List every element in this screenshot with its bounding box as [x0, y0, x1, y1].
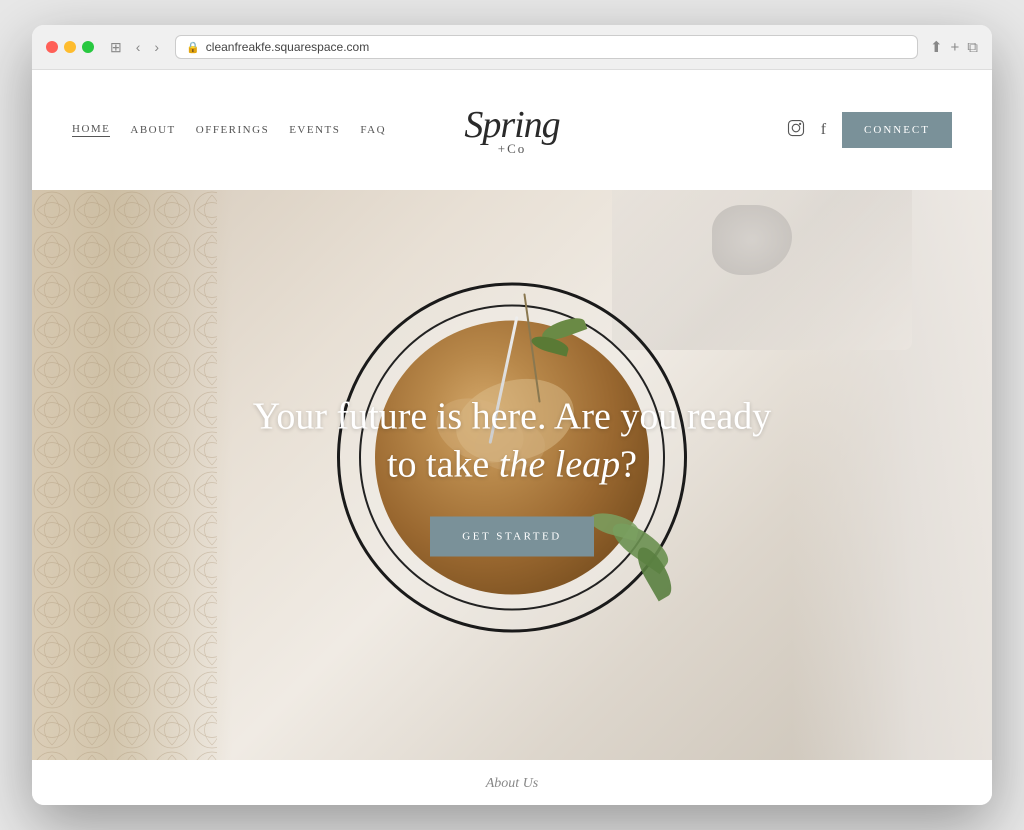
grid-view-button[interactable]: ⊞: [106, 37, 126, 58]
navigation: HOME ABOUT OFFERINGS EVENTS FAQ Spring +…: [32, 70, 992, 190]
fullscreen-button[interactable]: [82, 41, 94, 53]
facebook-icon[interactable]: f: [821, 121, 826, 139]
browser-controls: ⊞ ‹ ›: [106, 37, 163, 58]
forward-button[interactable]: ›: [150, 37, 163, 57]
minimize-button[interactable]: [64, 41, 76, 53]
nav-faq[interactable]: FAQ: [360, 124, 386, 136]
hero-section: Your future is here. Are you ready to ta…: [32, 190, 992, 760]
nav-offerings[interactable]: OFFERINGS: [196, 124, 269, 136]
browser-window: ⊞ ‹ › 🔒 cleanfreakfe.squarespace.com ⬆ +…: [32, 25, 992, 805]
url-text: cleanfreakfe.squarespace.com: [206, 40, 369, 54]
hero-text-content: Your future is here. Are you ready to ta…: [212, 394, 812, 557]
website-content: HOME ABOUT OFFERINGS EVENTS FAQ Spring +…: [32, 70, 992, 805]
nav-events[interactable]: EVENTS: [289, 124, 340, 136]
duplicate-icon[interactable]: ⧉: [967, 39, 978, 56]
instagram-icon[interactable]: [787, 119, 805, 142]
quilt-texture: [32, 190, 217, 760]
logo-text: Spring: [464, 106, 559, 144]
nav-about[interactable]: ABOUT: [130, 124, 175, 136]
close-button[interactable]: [46, 41, 58, 53]
lock-icon: 🔒: [186, 41, 200, 54]
get-started-button[interactable]: GET STARTED: [430, 517, 593, 557]
address-bar[interactable]: 🔒 cleanfreakfe.squarespace.com: [175, 35, 918, 59]
new-tab-icon[interactable]: +: [951, 39, 960, 56]
nav-right: f CONNeCT: [787, 112, 952, 148]
site-logo: Spring +Co: [464, 106, 559, 155]
about-teaser: About Us: [32, 760, 992, 805]
connect-button[interactable]: CONNeCT: [842, 112, 952, 148]
back-button[interactable]: ‹: [132, 37, 145, 57]
nav-home[interactable]: HOME: [72, 123, 110, 137]
share-icon[interactable]: ⬆: [930, 38, 943, 56]
about-us-label: About Us: [486, 776, 539, 791]
nav-links-left: HOME ABOUT OFFERINGS EVENTS FAQ: [72, 123, 386, 137]
traffic-lights: [46, 41, 94, 53]
logo-tagline: +Co: [498, 142, 527, 155]
browser-chrome: ⊞ ‹ › 🔒 cleanfreakfe.squarespace.com ⬆ +…: [32, 25, 992, 70]
hero-headline: Your future is here. Are you ready to ta…: [212, 394, 812, 489]
browser-right-controls: ⬆ + ⧉: [930, 38, 978, 56]
